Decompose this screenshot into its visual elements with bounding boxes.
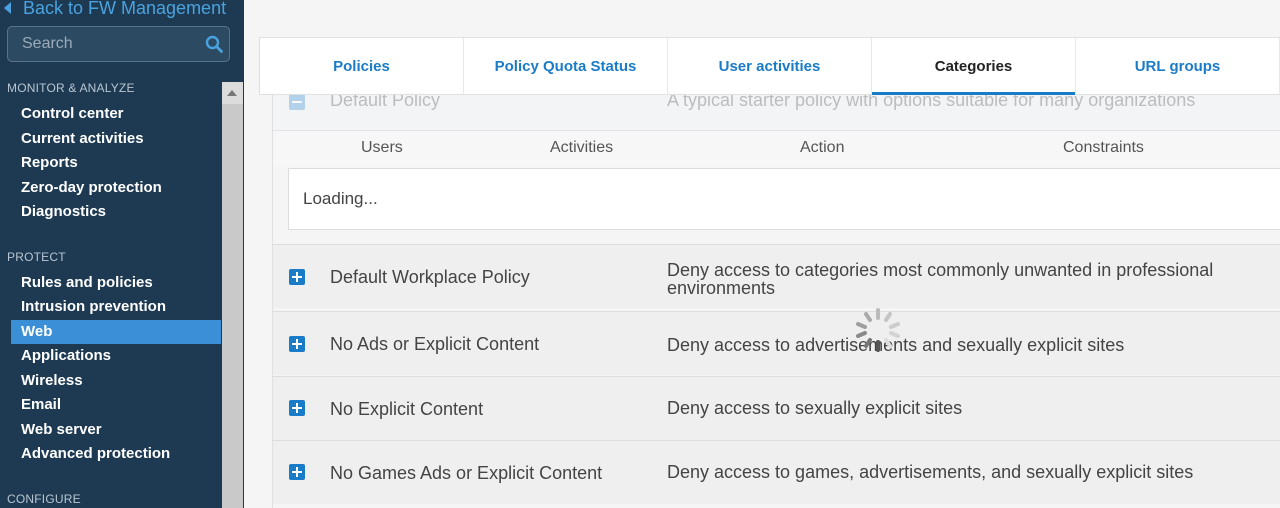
tab-bar: Policies Policy Quota Status User activi… <box>259 37 1280 95</box>
sidebar-item-intrusion-prevention[interactable]: Intrusion prevention <box>0 295 221 320</box>
column-header-users: Users <box>361 139 403 156</box>
sidebar-nav: MONITOR & ANALYZE Control center Current… <box>0 74 221 508</box>
policy-details-header: Users Activities Action Constraints <box>273 130 1280 166</box>
expand-icon[interactable] <box>289 464 305 480</box>
section-title-protect: PROTECT <box>7 249 66 264</box>
policy-name: No Games Ads or Explicit Content <box>330 463 603 483</box>
column-header-action: Action <box>800 139 845 156</box>
policy-description: Deny access to advertisements and sexual… <box>667 335 1125 355</box>
tab-policy-quota-status[interactable]: Policy Quota Status <box>464 38 668 94</box>
sidebar-item-advanced-protection[interactable]: Advanced protection <box>0 442 221 467</box>
scroll-up-button[interactable] <box>222 82 243 104</box>
sidebar-item-diagnostics[interactable]: Diagnostics <box>0 200 221 225</box>
list-item[interactable]: No Games Ads or Explicit Content Deny ac… <box>273 440 1280 504</box>
list-item[interactable]: No Explicit Content Deny access to sexua… <box>273 376 1280 440</box>
sidebar-item-web[interactable]: Web <box>11 319 221 344</box>
back-arrow-icon <box>4 2 11 14</box>
expand-icon[interactable] <box>289 336 305 352</box>
policy-name: No Ads or Explicit Content <box>330 334 540 354</box>
list-item[interactable]: No Ads or Explicit Content Deny access t… <box>273 311 1280 375</box>
expand-icon[interactable] <box>289 400 305 416</box>
collapse-icon[interactable] <box>289 94 305 110</box>
policy-description: Deny access to sexually explicit sites <box>667 398 963 418</box>
sidebar-item-rules-and-policies[interactable]: Rules and policies <box>0 271 221 296</box>
sidebar-item-reports[interactable]: Reports <box>0 151 221 176</box>
sidebar-item-control-center[interactable]: Control center <box>0 102 221 127</box>
section-title-monitor: MONITOR & ANALYZE <box>7 81 135 95</box>
tab-policies[interactable]: Policies <box>260 38 464 94</box>
list-item[interactable]: Default Workplace Policy Deny access to … <box>273 244 1280 308</box>
section-title-configure: CONFIGURE <box>7 491 81 506</box>
sidebar-item-wireless[interactable]: Wireless <box>0 369 221 394</box>
policy-name: Default Workplace Policy <box>330 267 530 287</box>
tab-url-groups[interactable]: URL groups <box>1076 38 1280 94</box>
loading-text: Loading... <box>303 189 378 208</box>
scroll-up-arrow-icon <box>227 90 237 96</box>
policy-list: Default Policy A typical starter policy … <box>272 82 1280 508</box>
sidebar-scrollbar[interactable] <box>221 82 243 508</box>
back-to-fw-management-link[interactable]: Back to FW Management <box>4 0 226 20</box>
search-box <box>7 26 230 62</box>
sidebar-item-applications[interactable]: Applications <box>0 344 221 369</box>
expand-icon[interactable] <box>289 269 305 285</box>
search-icon[interactable] <box>205 35 223 53</box>
tab-categories[interactable]: Categories <box>872 38 1076 95</box>
sidebar-item-zero-day-protection[interactable]: Zero-day protection <box>0 176 221 201</box>
back-link-label: Back to FW Management <box>23 0 227 18</box>
column-header-activities: Activities <box>550 139 614 156</box>
loading-spinner-icon <box>856 308 900 352</box>
search-input[interactable] <box>8 27 198 61</box>
sidebar: Back to FW Management MONITOR & ANALYZE … <box>0 0 244 508</box>
scrollbar-track[interactable] <box>222 82 243 508</box>
sidebar-item-web-server[interactable]: Web server <box>0 418 221 443</box>
policy-name: No Explicit Content <box>330 399 484 419</box>
loading-panel: Loading... <box>288 168 1280 230</box>
policy-description: Deny access to categories most commonly … <box>667 260 1214 298</box>
sidebar-item-email[interactable]: Email <box>0 393 221 418</box>
policy-description: Deny access to games, advertisements, an… <box>667 462 1194 482</box>
main-panel: Policies Policy Quota Status User activi… <box>244 0 1280 508</box>
tab-user-activities[interactable]: User activities <box>668 38 872 94</box>
column-header-constraints: Constraints <box>1063 139 1144 156</box>
sidebar-item-current-activities[interactable]: Current activities <box>0 127 221 152</box>
